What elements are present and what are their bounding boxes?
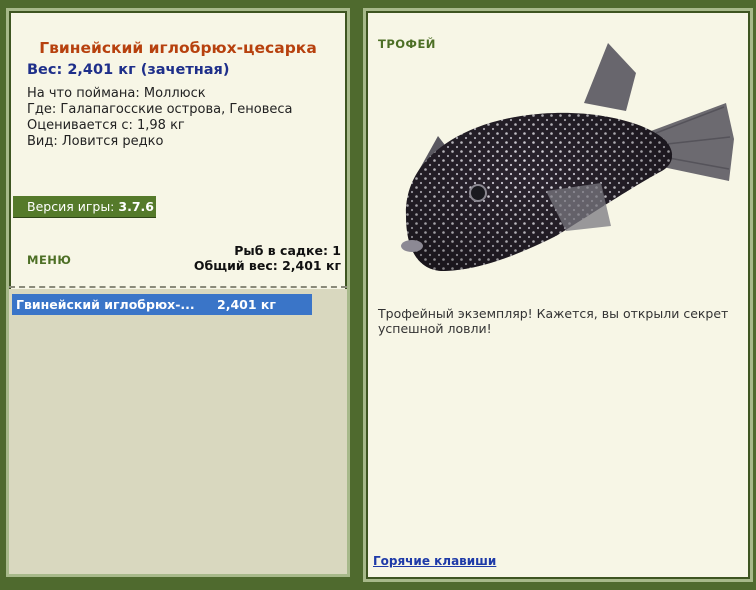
trophy-message: Трофейный экземпляр! Кажется, вы открыли… — [378, 306, 729, 336]
fish-bait: На что поймана: Моллюск — [27, 86, 206, 101]
fish-weight: Вес: 2,401 кг (зачетная) — [27, 62, 230, 78]
keepnet-list: Гвинейский иглобрюх-... 2,401 кг — [9, 289, 347, 574]
fish-info-panel: Гвинейский иглобрюх-цесарка Вес: 2,401 к… — [6, 8, 350, 577]
fish-type: Вид: Ловится редко — [27, 134, 164, 149]
guineafowl-puffer-fish-image — [401, 43, 734, 271]
keepnet-row[interactable]: Гвинейский иглобрюх-... 2,401 кг — [12, 294, 312, 315]
trophy-panel: ТРОФЕЙ Трофейный экземпляр! Кажется, вы … — [363, 8, 753, 582]
game-version-badge: Версия игры: 3.7.6 — [13, 196, 156, 218]
fish-location: Где: Галапагосские острова, Геновеса — [27, 102, 293, 117]
keepnet-total-weight: Общий вес: 2,401 кг — [193, 258, 341, 273]
menu-button[interactable]: МЕНЮ — [27, 253, 71, 267]
keepnet-summary: Рыб в садке: 1 Общий вес: 2,401 кг — [194, 243, 341, 273]
fish-title: Гвинейский иглобрюх-цесарка — [39, 39, 317, 57]
keepnet-row-name: Гвинейский иглобрюх-... — [16, 297, 195, 312]
hotkeys-link[interactable]: Горячие клавиши — [373, 554, 496, 568]
keepnet-count: Рыб в садке: 1 — [234, 243, 341, 258]
keepnet-row-weight: 2,401 кг — [217, 297, 276, 312]
version-label: Версия игры: — [27, 199, 115, 214]
version-value: 3.7.6 — [118, 199, 154, 214]
dashed-divider — [9, 286, 347, 288]
fish-valued-from: Оценивается с: 1,98 кг — [27, 118, 185, 133]
